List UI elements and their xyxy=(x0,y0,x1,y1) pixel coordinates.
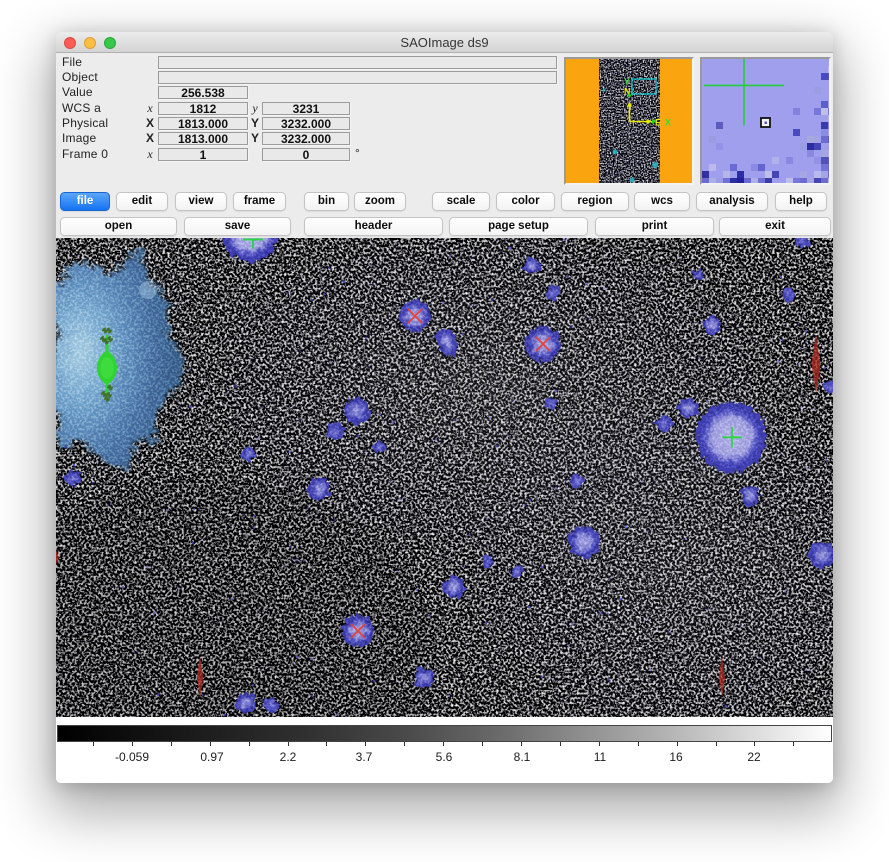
svg-text:E: E xyxy=(655,118,661,128)
svg-text:Y: Y xyxy=(624,77,630,87)
svg-text:X: X xyxy=(665,118,671,128)
